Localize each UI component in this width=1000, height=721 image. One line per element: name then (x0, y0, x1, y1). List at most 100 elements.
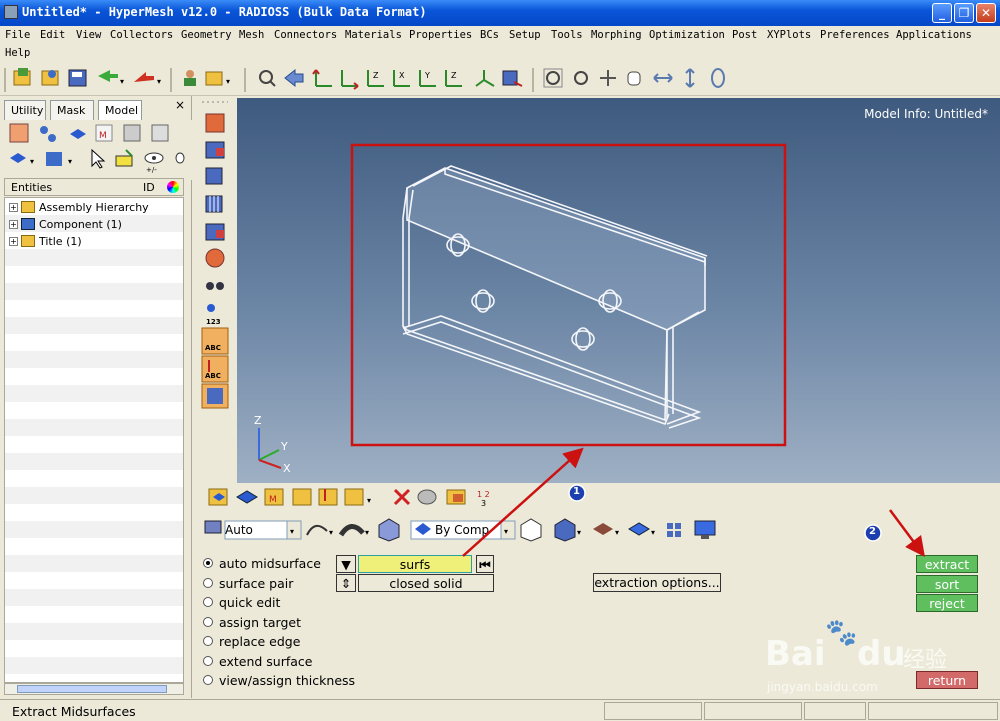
tab-mask[interactable]: Mask (50, 100, 94, 120)
extract-button[interactable]: extract (916, 555, 978, 573)
comp-display-icon[interactable] (201, 383, 229, 409)
menu-bcs[interactable]: BCs (480, 29, 499, 41)
view-iso-icon[interactable] (475, 70, 495, 87)
label-abc-icon[interactable]: ABC (201, 327, 229, 355)
radio-button[interactable] (203, 656, 213, 666)
menu-edit[interactable]: Edit (40, 29, 65, 41)
mesh-icon[interactable] (205, 195, 223, 213)
unmask-icon[interactable] (205, 141, 225, 159)
monitor-icon[interactable] (694, 520, 716, 539)
view-zy-icon[interactable]: Z (445, 70, 462, 87)
elem-shrink-icon[interactable]: ▾ (593, 523, 619, 537)
extraction-options-button[interactable]: extraction options... (593, 573, 721, 592)
tree-scrollbar[interactable] (4, 683, 184, 695)
model-canvas[interactable] (237, 98, 1000, 483)
export-green-icon[interactable]: ▾ (98, 70, 124, 86)
zoom-icon[interactable] (259, 70, 276, 87)
grid-display-icon[interactable] (667, 523, 681, 537)
fit-icon[interactable] (543, 68, 563, 88)
menu-geometry[interactable]: Geometry (181, 29, 232, 41)
tab-utility[interactable]: Utility (4, 100, 46, 120)
view-xy-icon[interactable] (312, 69, 332, 87)
label-abc-red-icon[interactable]: ABC (201, 355, 229, 383)
menu-optimization[interactable]: Optimization (649, 29, 725, 41)
binoculars-icon[interactable] (206, 282, 224, 290)
create-comp-icon[interactable] (208, 488, 228, 506)
surface-display-icon[interactable]: ▾ (338, 524, 369, 537)
user-icon[interactable] (184, 70, 196, 86)
material-icon[interactable]: M (95, 124, 113, 142)
menu-help[interactable]: Help (5, 47, 30, 59)
property-icon[interactable] (123, 124, 141, 142)
pan-icon[interactable] (600, 70, 616, 86)
radio-button[interactable] (203, 636, 213, 646)
delete-icon[interactable] (393, 488, 411, 506)
entities-column[interactable]: Entities (11, 181, 52, 194)
hand-icon[interactable] (627, 71, 641, 86)
expand-icon[interactable]: + (9, 237, 18, 246)
closed-solid-selector[interactable]: closed solid (358, 574, 494, 592)
view-zx-icon[interactable]: X (393, 70, 410, 87)
color-column-icon[interactable] (167, 181, 179, 193)
close-button[interactable]: ✕ (976, 3, 996, 23)
menu-setup[interactable]: Setup (509, 29, 541, 41)
reject-button[interactable]: reject (916, 594, 978, 612)
menu-morphing[interactable]: Morphing (591, 29, 642, 41)
menu-view[interactable]: View (76, 29, 101, 41)
scroll-thumb[interactable] (17, 685, 167, 693)
shaded-elems-icon[interactable]: ▾ (554, 518, 581, 542)
loadcol-folder-icon[interactable] (318, 488, 338, 506)
property-folder-icon[interactable] (292, 488, 312, 506)
overflow-icon[interactable] (175, 152, 185, 164)
surface-icon[interactable] (205, 223, 225, 241)
transparency-icon[interactable]: ▾ (628, 522, 655, 537)
panel-close-button[interactable]: × (175, 98, 185, 112)
surfs-selector[interactable]: surfs (358, 555, 472, 573)
rotate-spin-icon[interactable] (711, 68, 725, 88)
rotate-horizontal-icon[interactable] (653, 73, 673, 83)
mask-icon[interactable] (205, 113, 225, 133)
import-icon[interactable] (41, 70, 59, 86)
material-folder-icon[interactable]: M (264, 488, 284, 506)
element-icon[interactable] (205, 167, 223, 185)
view-xz-icon[interactable]: Z (367, 70, 384, 87)
menu-applications[interactable]: Applications (896, 29, 972, 41)
numbers-icon[interactable]: 123 (206, 304, 221, 326)
menu-post[interactable]: Post (732, 29, 757, 41)
menu-connectors[interactable]: Connectors (274, 29, 337, 41)
wireframe-icon[interactable] (520, 518, 542, 542)
id-column[interactable]: ID (143, 181, 155, 194)
radio-button[interactable] (203, 578, 213, 588)
auto-select-icon[interactable] (204, 520, 222, 534)
radio-button[interactable] (203, 675, 213, 685)
mode-toggle-button[interactable]: ⇕ (336, 574, 356, 592)
menu-preferences[interactable]: Preferences (820, 29, 890, 41)
sphere-icon[interactable] (205, 248, 225, 268)
menu-collectors[interactable]: Collectors (110, 29, 173, 41)
graphics-viewport[interactable]: Model Info: Untitled* Z Y X (237, 98, 1000, 483)
sort-button[interactable]: sort (916, 575, 978, 593)
minimize-button[interactable]: _ (932, 3, 952, 23)
menu-tools[interactable]: Tools (551, 29, 583, 41)
radio-button[interactable] (203, 558, 213, 568)
restore-button[interactable]: ❐ (954, 3, 974, 23)
menu-file[interactable]: File (5, 29, 30, 41)
rotate-vertical-icon[interactable] (685, 68, 695, 88)
comp-icon[interactable] (236, 490, 258, 504)
part-geometry[interactable] (402, 165, 708, 429)
organize-icon[interactable] (446, 489, 466, 505)
menu-properties[interactable]: Properties (409, 29, 472, 41)
expand-icon[interactable]: + (9, 203, 18, 212)
menu-materials[interactable]: Materials (345, 29, 402, 41)
open-model-icon[interactable] (13, 68, 31, 86)
radio-button[interactable] (203, 597, 213, 607)
arrow-left-icon[interactable] (284, 68, 304, 88)
expand-icon[interactable]: + (9, 220, 18, 229)
save-icon[interactable] (68, 69, 87, 87)
entity-type-dropdown[interactable]: ▼ (336, 555, 356, 573)
radio-button[interactable] (203, 617, 213, 627)
duplicate-icon[interactable] (417, 489, 437, 505)
view-save-icon[interactable] (502, 70, 523, 87)
view-yz-icon[interactable]: Y (419, 70, 436, 87)
tab-model[interactable]: Model (98, 100, 142, 122)
